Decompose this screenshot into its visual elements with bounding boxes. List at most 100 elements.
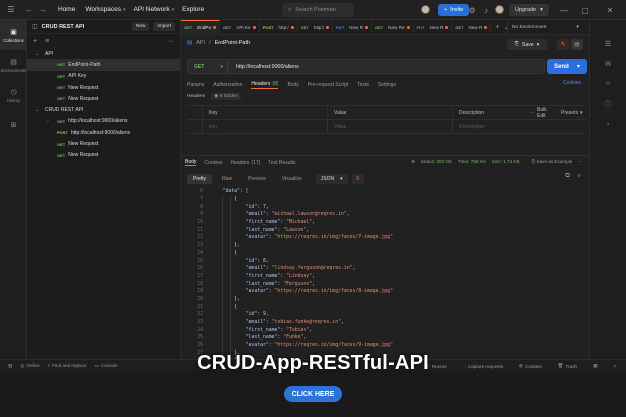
more-icon[interactable]: ··· (578, 159, 583, 165)
copy-icon[interactable]: ⧉ (565, 173, 569, 180)
row-checkbox[interactable] (187, 120, 203, 133)
minimize-icon[interactable]: — (557, 3, 571, 17)
nav-workspaces[interactable]: Workspaces (85, 6, 121, 13)
sidebar-request-item[interactable]: GET New Request (27, 138, 180, 149)
sidebar-folder-item[interactable]: ⌄ CRUD REST API (27, 104, 180, 115)
settings-icon[interactable]: ⚙ (465, 3, 479, 17)
filter-icon[interactable]: ≡ (45, 38, 49, 45)
view-visualize[interactable]: Visualize (276, 174, 308, 184)
forward-arrow-icon[interactable]: → (36, 3, 50, 17)
close-icon[interactable]: ✕ (603, 3, 617, 17)
more-icon[interactable]: ··· (167, 38, 174, 45)
tab-request[interactable]: PUT New R (333, 19, 372, 35)
new-button[interactable]: New (131, 22, 150, 31)
tab-request[interactable]: POST http:/ (260, 19, 298, 35)
expand-icon[interactable]: › (607, 121, 609, 128)
description-input[interactable]: Description (453, 120, 587, 133)
upgrade-button[interactable]: Upgrade ▾ (509, 4, 549, 16)
response-tab-headers[interactable]: Headers (17) (230, 160, 260, 166)
menu-icon[interactable]: ☰ (4, 3, 18, 17)
tab-headers[interactable]: Headers (8) (251, 81, 279, 89)
response-tab-test-results[interactable]: Test Results (268, 160, 295, 166)
sidebar-request-item[interactable]: GET New Request (27, 93, 180, 104)
nav-home[interactable]: Home (58, 6, 75, 13)
add-tab-icon[interactable]: + (495, 24, 499, 31)
maximize-icon[interactable]: ▢ (578, 3, 592, 17)
line-number: 16 (197, 266, 203, 272)
code-text: "id": 7, (245, 204, 269, 210)
nav-api-network[interactable]: API Network (134, 6, 170, 13)
tab-pre-request-script[interactable]: Pre-request Script (308, 82, 348, 88)
click-here-button[interactable]: CLICK HERE (284, 386, 342, 402)
key-input[interactable]: Key (203, 120, 328, 133)
nav-explore[interactable]: Explore (182, 6, 204, 13)
sidebar-request-item[interactable]: GET New Request (27, 150, 180, 161)
info-icon[interactable]: ⓘ (605, 99, 612, 109)
breadcrumb-parent[interactable]: API (196, 40, 205, 46)
url-input[interactable]: http://localhost:9000/aliens (228, 64, 299, 70)
import-button[interactable]: Import (153, 22, 175, 31)
sidebar-request-item[interactable]: GET API Key (27, 71, 180, 82)
save-button[interactable]: ⎘ Save ▾ (507, 39, 547, 50)
send-button[interactable]: Send ▾ (547, 59, 587, 74)
sidebar-item-label: API Key (68, 73, 87, 80)
code-icon[interactable]: ‹› (606, 80, 611, 87)
edit-icon[interactable]: ✎ (557, 39, 569, 50)
sidebar-folder-item[interactable]: ⌄ API (27, 48, 180, 59)
search-icon[interactable]: ⌕ (578, 173, 581, 180)
response-tab-cookies[interactable]: Cookies (204, 160, 222, 166)
rail-environments[interactable]: ▤ Environments (0, 50, 27, 80)
tab-params[interactable]: Params (187, 82, 204, 88)
code-text: { (234, 304, 237, 310)
tab-request[interactable]: GET New R (452, 19, 492, 35)
save-example-button[interactable]: ⎘ Save as Example (532, 159, 573, 165)
view-pretty[interactable]: Pretty (187, 174, 213, 184)
tab-request[interactable]: GET EndPo (181, 19, 221, 35)
rail-history[interactable]: ◷ History (0, 80, 27, 110)
tab-request[interactable]: GET http:/ (298, 19, 334, 35)
wrap-lines-icon[interactable]: ≡ (351, 174, 364, 184)
presets-button[interactable]: Presets ▾ (555, 106, 587, 119)
value-input[interactable]: Value (328, 120, 453, 133)
back-arrow-icon[interactable]: ← (22, 3, 36, 17)
line-number: 11 (197, 227, 203, 233)
sidebar-request-item[interactable]: GET EndPoint-Path (27, 59, 180, 71)
chevron-down-icon: ▾ (540, 7, 543, 13)
tab-label: Test Results (268, 159, 296, 166)
response-tab-body[interactable]: Body (185, 159, 197, 166)
cookies-link[interactable]: Cookies (563, 80, 581, 86)
sidebar-request-item[interactable]: POST http://localhost:9000/aliens (27, 127, 180, 138)
tab-request[interactable]: GET New Re (372, 19, 414, 35)
documentation-toggle-icon[interactable]: ▤ (571, 39, 583, 50)
avatar[interactable] (421, 5, 430, 14)
chevron-down-icon: ▾ (576, 64, 580, 70)
environment-selector[interactable]: No Environment ▾ (507, 20, 589, 35)
documentation-icon[interactable]: ☰ (605, 40, 611, 48)
rail-apps[interactable]: ⊞ (0, 110, 27, 140)
request-panel: ▤ API / EndPoint-Path ⎘ Save ▾ ✎ ▤ GET ▾… (181, 35, 589, 359)
code-line: 6 "data": [ (181, 188, 589, 196)
add-icon[interactable]: + (33, 38, 37, 45)
tab-request[interactable]: GET API Ke (220, 19, 260, 35)
bulk-edit-button[interactable]: ··· Bulk Edit (523, 106, 555, 119)
code-line: 15 "id": 8, (181, 257, 589, 265)
line-number: 19 (197, 289, 203, 295)
format-select[interactable]: JSON ▾ (315, 174, 348, 184)
tab-settings[interactable]: Settings (378, 82, 396, 88)
tab-authorization[interactable]: Authorization (213, 82, 242, 88)
rail-collections[interactable]: ▣ Collections (0, 20, 27, 50)
sidebar-request-item[interactable]: GET New Request (27, 82, 180, 93)
view-preview[interactable]: Preview (242, 174, 272, 184)
bell-icon[interactable]: ♪ (479, 3, 493, 17)
user-avatar[interactable] (495, 5, 504, 14)
tab-tests[interactable]: Tests (357, 82, 369, 88)
view-raw[interactable]: Raw (216, 174, 238, 184)
search-input[interactable]: ⌕ Search Postman (282, 3, 354, 17)
comments-icon[interactable]: ✉ (605, 60, 611, 68)
tab-request[interactable]: PUT New R (414, 19, 453, 35)
sidebar-request-item[interactable]: › GET http://localhost:9000/aliens (27, 116, 180, 127)
hidden-headers-toggle[interactable]: ◉ 8 hidden (211, 93, 242, 100)
tab-body[interactable]: Body (287, 82, 298, 88)
method-select[interactable]: GET ▾ (188, 60, 228, 73)
code-line: 26 "avatar": "https://reqres.in/img/face… (181, 342, 589, 350)
